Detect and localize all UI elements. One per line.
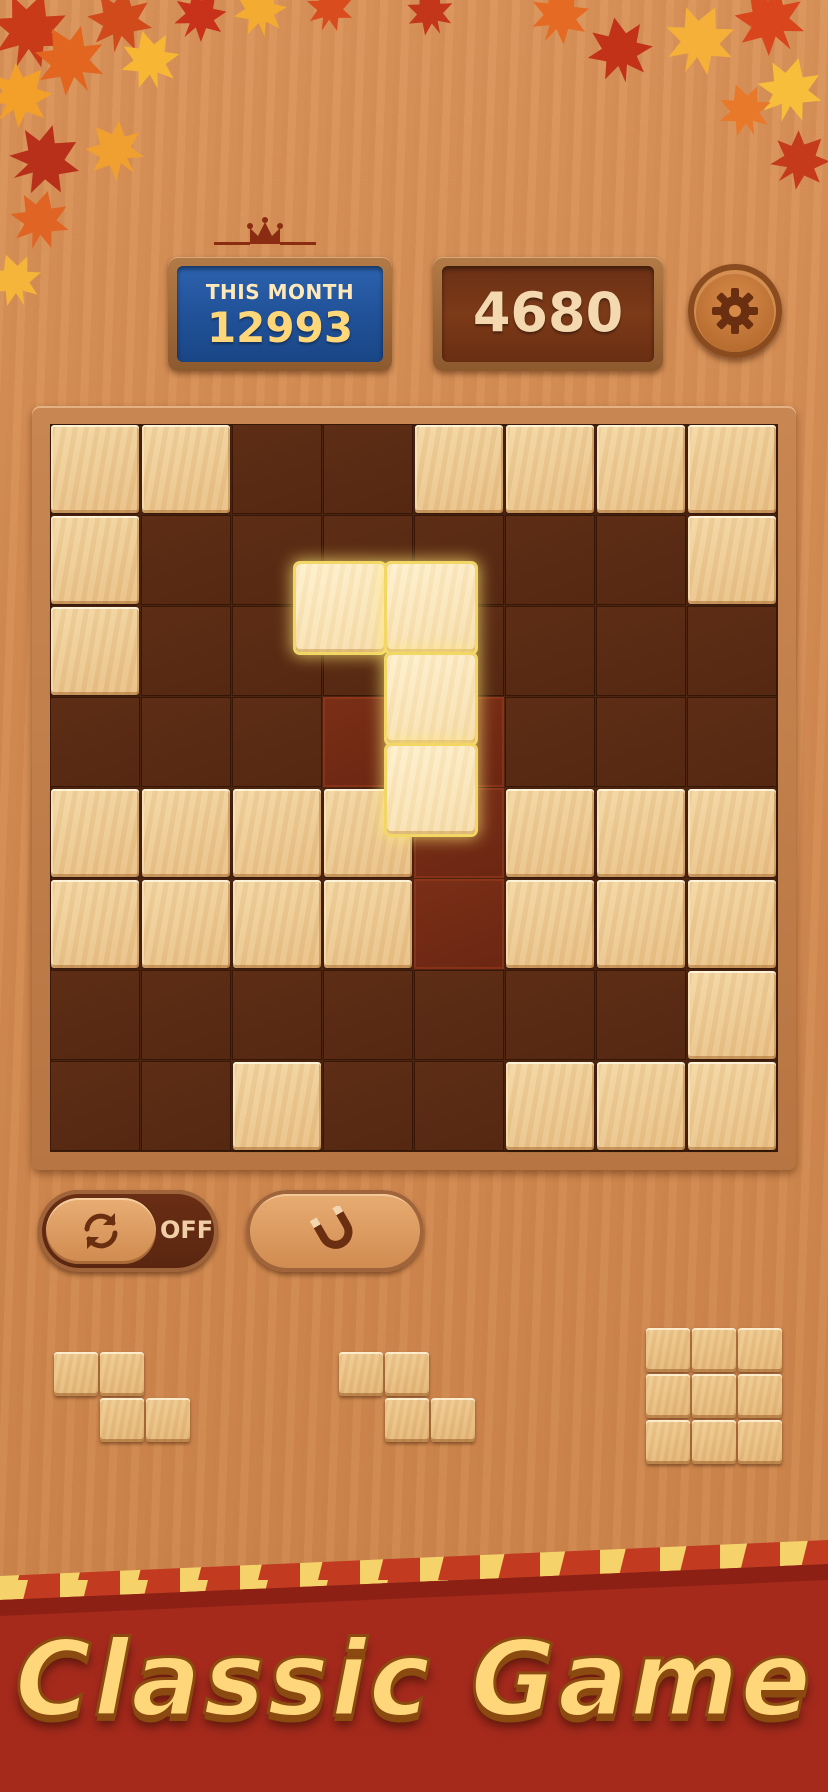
board-cell-empty[interactable] (50, 697, 140, 787)
board-cell-empty[interactable] (232, 970, 322, 1060)
board-cell-filled[interactable] (51, 789, 139, 877)
board-cell-preview[interactable] (414, 879, 504, 969)
game-board[interactable] (50, 424, 778, 1152)
board-cell-filled[interactable] (688, 425, 776, 513)
rotate-icon (84, 1213, 118, 1249)
board-cell-empty[interactable] (596, 970, 686, 1060)
tray-piece-block[interactable] (738, 1328, 782, 1372)
dragging-piece-block[interactable] (387, 564, 475, 652)
board-cell-empty[interactable] (414, 970, 504, 1060)
tray-piece-block[interactable] (385, 1352, 429, 1396)
tray-piece-block[interactable] (100, 1398, 144, 1442)
board-cell-empty[interactable] (141, 515, 231, 605)
board-cell-filled[interactable] (506, 425, 594, 513)
board-cell-filled[interactable] (688, 971, 776, 1059)
tray-piece-block[interactable] (646, 1374, 690, 1418)
tray-piece-z-2[interactable] (339, 1352, 479, 1448)
banner-title: Classic Game (14, 1617, 813, 1742)
gear-icon (712, 288, 758, 334)
board-cell-empty[interactable] (505, 515, 595, 605)
tray-piece-z-1[interactable] (54, 1352, 194, 1448)
tray-piece-block[interactable] (646, 1328, 690, 1372)
board-cell-empty[interactable] (505, 697, 595, 787)
board-cell-filled[interactable] (597, 789, 685, 877)
board-cell-filled[interactable] (597, 425, 685, 513)
board-cell-filled[interactable] (506, 880, 594, 968)
dragging-piece-block[interactable] (387, 655, 475, 743)
board-cell-filled[interactable] (324, 880, 412, 968)
board-cell-empty[interactable] (505, 970, 595, 1060)
board-cell-empty[interactable] (596, 606, 686, 696)
current-score-display: 4680 (442, 266, 654, 362)
board-cell-empty[interactable] (414, 1061, 504, 1151)
monthly-best-score: 12993 (206, 303, 354, 352)
board-cell-filled[interactable] (51, 880, 139, 968)
board-cell-filled[interactable] (688, 1062, 776, 1150)
monthly-best-label: THIS MONTH (205, 280, 355, 304)
tray-piece-block[interactable] (385, 1398, 429, 1442)
board-cell-empty[interactable] (141, 697, 231, 787)
board-cell-filled[interactable] (506, 789, 594, 877)
tray-piece-block[interactable] (54, 1352, 98, 1396)
board-cell-filled[interactable] (506, 1062, 594, 1150)
rotate-toggle-state: OFF (160, 1216, 214, 1244)
tray-piece-block[interactable] (646, 1420, 690, 1464)
board-cell-empty[interactable] (232, 697, 322, 787)
board-cell-empty[interactable] (141, 970, 231, 1060)
magnet-icon (310, 1206, 353, 1249)
board-cell-filled[interactable] (142, 789, 230, 877)
board-cell-empty[interactable] (687, 697, 777, 787)
current-score-panel: 4680 (433, 257, 663, 371)
board-cell-filled[interactable] (142, 425, 230, 513)
board-cell-empty[interactable] (505, 606, 595, 696)
board-cell-filled[interactable] (688, 789, 776, 877)
tray-piece-block[interactable] (692, 1420, 736, 1464)
board-cell-filled[interactable] (415, 425, 503, 513)
crown-icon (214, 217, 316, 245)
magnet-button[interactable] (246, 1190, 424, 1272)
board-cell-empty[interactable] (687, 606, 777, 696)
board-cell-empty[interactable] (596, 515, 686, 605)
tray-piece-square[interactable] (646, 1328, 786, 1468)
board-cell-empty[interactable] (232, 424, 322, 514)
board-cell-empty[interactable] (141, 606, 231, 696)
dragging-piece-block[interactable] (296, 564, 384, 652)
board-cell-empty[interactable] (50, 1061, 140, 1151)
board-cell-filled[interactable] (233, 1062, 321, 1150)
board-cell-filled[interactable] (688, 880, 776, 968)
board-cell-filled[interactable] (51, 425, 139, 513)
board-cell-filled[interactable] (597, 1062, 685, 1150)
settings-button[interactable] (688, 264, 782, 358)
board-cell-filled[interactable] (233, 880, 321, 968)
board-cell-filled[interactable] (233, 789, 321, 877)
tray-piece-block[interactable] (692, 1374, 736, 1418)
board-cell-empty[interactable] (50, 970, 140, 1060)
board-cell-filled[interactable] (142, 880, 230, 968)
rotate-toggle-knob[interactable] (46, 1198, 156, 1264)
board-cell-filled[interactable] (597, 880, 685, 968)
tray-piece-block[interactable] (692, 1328, 736, 1372)
board-cell-empty[interactable] (596, 697, 686, 787)
board-cell-filled[interactable] (51, 516, 139, 604)
current-score: 4680 (472, 281, 624, 344)
tray-piece-block[interactable] (339, 1352, 383, 1396)
monthly-best-display: THIS MONTH 12993 (177, 266, 383, 362)
board-cell-filled[interactable] (51, 607, 139, 695)
board-cell-filled[interactable] (688, 516, 776, 604)
dragging-piece-block[interactable] (387, 746, 475, 834)
tray-piece-block[interactable] (738, 1374, 782, 1418)
board-cell-empty[interactable] (323, 970, 413, 1060)
tray-piece-block[interactable] (431, 1398, 475, 1442)
tray-piece-block[interactable] (146, 1398, 190, 1442)
tray-piece-block[interactable] (738, 1420, 782, 1464)
board-cell-empty[interactable] (141, 1061, 231, 1151)
monthly-best-panel: THIS MONTH 12993 (168, 257, 392, 371)
rotate-toggle[interactable]: OFF (38, 1190, 218, 1272)
board-cell-empty[interactable] (323, 1061, 413, 1151)
tray-piece-block[interactable] (100, 1352, 144, 1396)
board-cell-empty[interactable] (323, 424, 413, 514)
